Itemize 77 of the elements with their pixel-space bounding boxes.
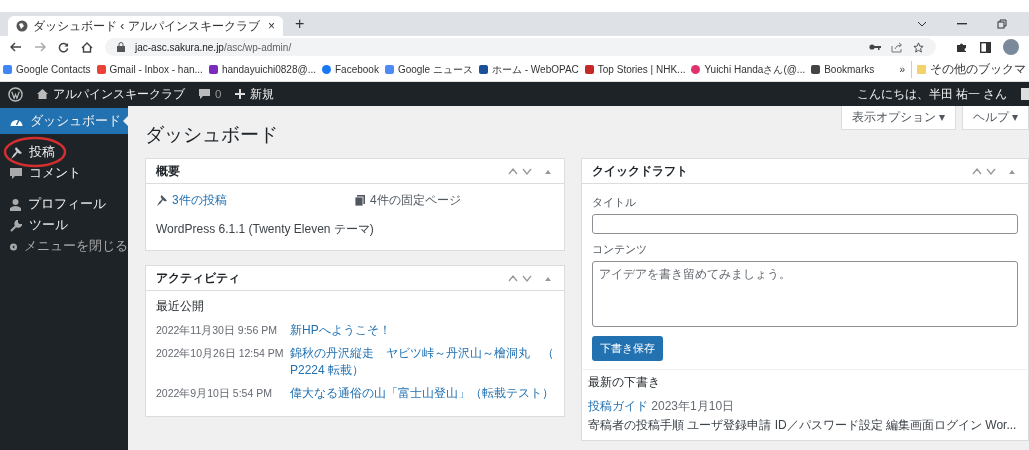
sidebar-menu-item[interactable]: メニューを閉じる — [0, 236, 128, 257]
wrench-icon — [10, 219, 22, 232]
bookmark-link[interactable]: ホーム - WebOPAC — [478, 62, 579, 77]
post-date: 2022年11月30日 9:56 PM — [156, 324, 278, 338]
sidebar-menu-item[interactable]: ダッシュボード — [0, 108, 128, 134]
posts-count-link[interactable]: 3件の投稿 — [156, 192, 355, 209]
speech-bubble-icon — [199, 89, 210, 99]
version-text: WordPress 6.1.1 (Twenty Eleven テーマ) — [156, 221, 375, 238]
pushpin-icon — [156, 195, 167, 206]
panel-controls-icon[interactable] — [508, 274, 554, 282]
bookmark-link[interactable]: Yuichi Handaさん(@... — [691, 62, 806, 77]
globe-icon — [16, 20, 28, 32]
bookmark-link[interactable]: Top Stories | NHK... — [584, 64, 686, 75]
sidebar-menu-item[interactable]: ツール — [0, 215, 128, 236]
minimize-icon[interactable] — [957, 23, 967, 25]
draft-excerpt: 寄稿者の投稿手順 ユーザ登録申請 ID／パスワード設定 編集画面ログイン Wor... — [588, 417, 1018, 434]
new-tab-button[interactable]: + — [295, 14, 305, 36]
pages-count-link[interactable]: 4件の固定ページ — [355, 192, 554, 209]
panel-title: クイックドラフト — [592, 162, 688, 180]
title-input-field[interactable] — [592, 214, 1018, 234]
lock-icon — [117, 42, 125, 52]
home-icon[interactable] — [81, 41, 93, 53]
draft-date: 2023年1月10日 — [651, 399, 735, 413]
section-heading: 最新の下書き — [588, 375, 661, 390]
key-icon[interactable] — [869, 43, 881, 51]
bookmark-folder[interactable]: その他のブックマ — [911, 61, 1026, 78]
browser-tab[interactable]: ダッシュボード ‹ アルパインスキークラブ × — [8, 16, 283, 36]
sidebar-menu-item[interactable]: プロフィール — [0, 194, 128, 215]
back-icon[interactable] — [10, 42, 22, 52]
post-title-link[interactable]: 新HPへようこそ！ — [290, 322, 391, 339]
page-title: ダッシュボード — [145, 123, 279, 147]
star-icon[interactable] — [913, 41, 924, 53]
help-button[interactable]: ヘルプ ▾ — [961, 106, 1029, 130]
user-icon — [10, 198, 21, 211]
field-label: コンテンツ — [592, 242, 648, 257]
bookmark-link[interactable]: Google Contacts — [3, 64, 91, 75]
sidebar-menu-item[interactable]: コメント — [0, 163, 128, 184]
bookmark-link[interactable]: handayuichi0828@... — [208, 64, 316, 75]
comments-link[interactable]: 0 — [199, 88, 222, 100]
tab-title: ダッシュボード ‹ アルパインスキークラブ — [33, 17, 261, 35]
new-content-link[interactable]: 新規 — [235, 86, 275, 102]
reload-icon[interactable] — [58, 41, 69, 53]
close-tab-button[interactable]: × — [268, 19, 275, 33]
plus-icon — [235, 89, 246, 99]
panel-title: 概要 — [156, 162, 180, 180]
more-bookmarks-button[interactable]: » — [899, 64, 905, 75]
tab-search-icon[interactable] — [917, 21, 927, 27]
share-icon[interactable] — [891, 41, 903, 53]
bookmark-link[interactable]: Facebook — [322, 64, 379, 75]
draft-title-link[interactable]: 投稿ガイド — [588, 399, 648, 413]
sidebar-menu-item[interactable]: 投稿 — [0, 142, 128, 163]
post-date: 2022年10月26日 12:54 PM — [156, 347, 284, 361]
pushpin-icon — [10, 146, 22, 159]
pages-icon — [355, 195, 365, 206]
panel-controls-icon[interactable] — [508, 167, 554, 175]
section-heading: 最近公開 — [156, 299, 205, 314]
panel-controls-icon[interactable] — [972, 167, 1018, 175]
post-date: 2022年9月10日 5:54 PM — [156, 387, 273, 401]
speech-bubble-icon — [10, 168, 22, 179]
address-bar[interactable]: jac-asc.sakura.ne.jp/asc/wp-admin/ — [105, 38, 936, 56]
post-title-link[interactable]: 錦秋の丹沢縦走 ヤビツ峠～丹沢山～檜洞丸 （P2224 転載） — [290, 345, 554, 379]
bookmark-link[interactable]: Google ニュース — [384, 62, 473, 77]
site-name-link[interactable]: アルパインスキークラブ — [37, 86, 185, 102]
side-panel-icon[interactable] — [980, 41, 991, 53]
panel-title: アクティビティ — [156, 269, 240, 287]
save-draft-button[interactable]: 下書き保存 — [592, 336, 663, 361]
profile-avatar[interactable] — [1003, 39, 1019, 55]
post-title-link[interactable]: 偉大なる通俗の山「富士山登山」（転載テスト） — [290, 385, 554, 402]
screen-options-button[interactable]: 表示オプション ▾ — [840, 106, 956, 130]
content-text-area[interactable]: アイデアを書き留めてみましょう。 — [592, 261, 1018, 327]
restore-icon[interactable] — [997, 19, 1007, 29]
greeting-link[interactable]: こんにちは、半田 祐一 さん — [856, 86, 1007, 102]
wordpress-logo-icon[interactable] — [8, 86, 23, 102]
bookmark-link[interactable]: Bookmarks — [811, 64, 875, 75]
field-label: タイトル — [592, 195, 637, 210]
bookmark-link[interactable]: Gmail - Inbox - han... — [96, 64, 203, 75]
home-icon — [37, 89, 48, 99]
